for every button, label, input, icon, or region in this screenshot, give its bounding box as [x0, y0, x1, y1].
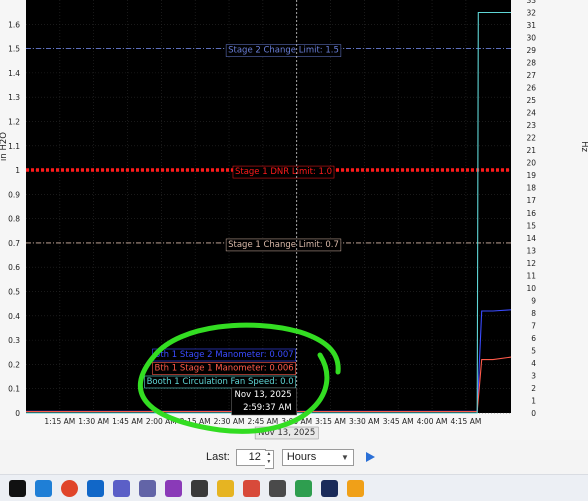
spin-down-icon[interactable]: ▼	[265, 459, 273, 468]
y2-tick-label: 9	[531, 296, 536, 305]
windows-start-icon[interactable]	[9, 479, 26, 497]
app-icon[interactable]	[347, 479, 364, 497]
app-icon[interactable]	[165, 479, 182, 497]
y2-tick-label: 21	[526, 146, 536, 155]
y2-tick-label: 26	[526, 84, 536, 93]
play-icon[interactable]	[365, 452, 375, 462]
spin-up-icon[interactable]: ▲	[265, 451, 273, 460]
app-check-icon[interactable]	[321, 479, 338, 497]
y-tick-label: 0.7	[8, 239, 20, 248]
snip-icon[interactable]	[243, 479, 260, 497]
y2-tick-label: 30	[526, 34, 536, 43]
limit-label: Stage 2 Change Limit: 1.5	[228, 46, 339, 56]
x-tick-label: 3:45 AM	[383, 417, 414, 426]
y2-tick-label: 29	[526, 46, 536, 55]
taskbar	[0, 474, 588, 501]
y2-tick-label: 31	[526, 21, 536, 30]
y2-tick-label: 5	[531, 346, 536, 355]
x-tick-label: 3:30 AM	[349, 417, 380, 426]
y2-tick-label: 28	[526, 59, 536, 68]
y-tick-label: 0.3	[8, 336, 20, 345]
y2-tick-label: 32	[526, 9, 536, 18]
y2-tick-label: 15	[526, 221, 536, 230]
y2-tick-label: 12	[526, 259, 536, 268]
y-tick-label: 1.5	[8, 45, 20, 54]
y2-tick-label: 3	[531, 371, 536, 380]
chart: 0 0.1 0.2 0.3 0.4 0.5 0.6 0.7 0.8 0.9 1 1.1 1.2 1.3 1.…	[0, 0, 588, 440]
y2-tick-label: 1	[531, 396, 536, 405]
y-tick-label: 1.1	[8, 142, 20, 151]
y2-tick-label: 11	[526, 271, 536, 280]
y2-tick-label: 8	[531, 309, 536, 318]
y2-tick-label: 23	[526, 121, 536, 130]
photos-icon[interactable]	[295, 479, 312, 497]
x-tick-label: 2:30 AM	[214, 417, 245, 426]
chevron-down-icon: ▼	[340, 452, 349, 462]
y2-tick-label: 25	[526, 96, 536, 105]
cursor-time: 2:59:37 AM	[243, 403, 292, 413]
x-tick-label: 4:00 AM	[417, 417, 448, 426]
y2-tick-label: 18	[526, 184, 536, 193]
x-tick-label: 4:15 AM	[450, 417, 481, 426]
y2-tick-label: 16	[526, 209, 536, 218]
app-icon[interactable]	[191, 479, 208, 497]
limit-label: Stage 1 Change Limit: 0.7	[228, 240, 339, 250]
count-value: 12	[248, 451, 261, 463]
y-tick-label: 0.4	[8, 312, 20, 321]
y-tick-label: 0.8	[8, 215, 20, 224]
cursor-readout: Bth 1 Stage 1 Manometer: 0.006	[155, 364, 294, 374]
y-tick-label: 0.9	[8, 190, 20, 199]
file-explorer-icon[interactable]	[217, 479, 234, 497]
chrome-icon[interactable]	[61, 479, 78, 497]
x-tick-label: 3:15 AM	[315, 417, 346, 426]
teams-icon[interactable]	[113, 479, 130, 497]
x-tick-label: 1:30 AM	[78, 417, 109, 426]
y2-tick-label: 2	[531, 384, 536, 393]
y-tick-label: 0.2	[8, 360, 20, 369]
y2-tick-label: 22	[526, 134, 536, 143]
y-tick-label: 0.6	[8, 263, 20, 272]
calculator-icon[interactable]	[269, 479, 286, 497]
y-tick-label: 1.3	[8, 93, 20, 102]
y2-tick-label: 4	[531, 359, 536, 368]
y2-tick-label: 13	[526, 246, 536, 255]
time-range-controls: Last: 12 ▲ ▼ Hours ▼	[206, 448, 375, 469]
x-tick-label: 1:15 AM	[44, 417, 75, 426]
y2-tick-label: 10	[526, 284, 536, 293]
x-tick-label: 1:45 AM	[112, 417, 143, 426]
y-tick-label: 1.2	[8, 117, 20, 126]
y-axis-label: in H2O	[0, 132, 9, 161]
unit-select[interactable]: Hours ▼	[281, 448, 354, 466]
teams-alt-icon[interactable]	[139, 479, 156, 497]
y2-tick-label: 24	[526, 109, 536, 118]
y-tick-label: 1.6	[8, 20, 20, 29]
count-input[interactable]: 12 ▲ ▼	[235, 448, 274, 469]
x-tick-label: 2:45 AM	[247, 417, 278, 426]
y-tick-label: 1	[15, 166, 20, 175]
y2-tick-label: 7	[531, 321, 536, 330]
cursor-date: Nov 13, 2025	[235, 390, 292, 400]
y2-tick-label: 6	[531, 334, 536, 343]
y2-axis-label: Hz	[579, 141, 588, 152]
y2-tick-label: 14	[526, 234, 536, 243]
y-tick-label: 0.1	[8, 385, 20, 394]
chart-panel: 0 0.1 0.2 0.3 0.4 0.5 0.6 0.7 0.8 0.9 1 1.1 1.2 1.3 1.…	[0, 0, 588, 440]
y2-tick-label: 19	[526, 171, 536, 180]
cursor-readout: Bth 1 Stage 2 Manometer: 0.007	[155, 350, 294, 360]
cursor-readout: Booth 1 Circulation Fan Speed: 0.0	[147, 377, 294, 387]
y2-tick-label: 17	[526, 196, 536, 205]
y-tick-label: 0.5	[8, 288, 20, 297]
y2-tick-label: 33	[526, 0, 536, 5]
edge-icon[interactable]	[35, 479, 52, 497]
outlook-icon[interactable]	[87, 479, 104, 497]
y2-tick-label: 0	[531, 409, 536, 418]
y-tick-label: 1.4	[8, 69, 20, 78]
unit-value: Hours	[286, 451, 317, 463]
count-spinner[interactable]: ▲ ▼	[264, 449, 274, 469]
y-tick-label: 0	[15, 409, 20, 418]
limit-label: Stage 1 DNR Limit: 1.0	[235, 167, 332, 177]
last-label: Last:	[206, 451, 230, 463]
y2-tick-label: 20	[526, 159, 536, 168]
y2-tick-label: 27	[526, 71, 536, 80]
